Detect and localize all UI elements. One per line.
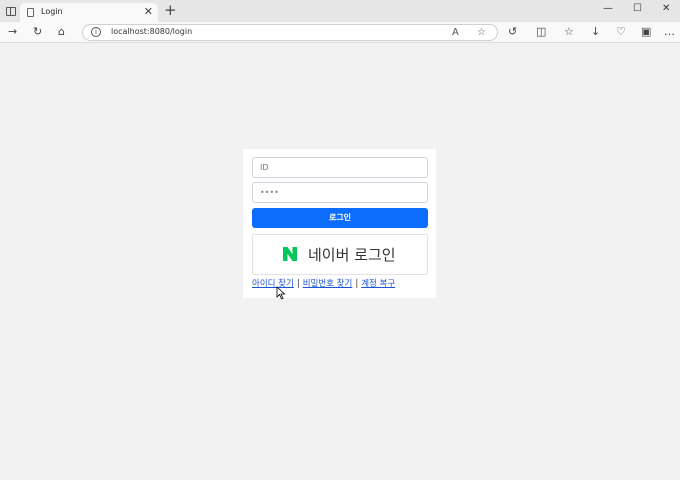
browser-essentials-icon[interactable]: ♡ <box>616 25 626 39</box>
favorite-star-icon[interactable]: ☆ <box>477 26 486 40</box>
maximize-button[interactable]: ☐ <box>633 2 642 16</box>
more-menu-icon[interactable]: … <box>664 25 675 39</box>
split-screen-icon[interactable]: ◫ <box>536 25 546 39</box>
password-input[interactable] <box>252 182 428 203</box>
close-window-button[interactable]: ✕ <box>662 2 670 16</box>
address-bar[interactable]: i localhost:8080/login A ☆ <box>82 24 498 41</box>
link-separator: | <box>296 279 300 289</box>
collections-icon[interactable]: ▣ <box>641 25 651 39</box>
naver-login-button[interactable]: 네이버 로그인 <box>252 234 428 275</box>
refresh-icon[interactable]: ↻ <box>33 25 42 39</box>
home-icon[interactable]: ⌂ <box>58 25 65 39</box>
naver-login-label: 네이버 로그인 <box>308 246 396 264</box>
login-card: 로그인 네이버 로그인 아이디 찾기|비밀번호 찾기|계정 복구 <box>243 149 436 298</box>
recover-account-link[interactable]: 계정 복구 <box>361 279 395 289</box>
back-arrow-icon[interactable]: → <box>8 25 17 39</box>
tab-close-icon[interactable]: ✕ <box>144 5 153 19</box>
new-tab-button[interactable]: + <box>164 2 177 19</box>
login-button[interactable]: 로그인 <box>252 208 428 228</box>
workspaces-icon[interactable] <box>6 7 16 16</box>
id-input[interactable] <box>252 157 428 178</box>
tab-title: Login <box>41 7 63 16</box>
url-text[interactable]: localhost:8080/login <box>111 27 192 36</box>
site-info-icon[interactable]: i <box>91 27 101 37</box>
tab-strip: Login ✕ + — ☐ ✕ <box>0 0 680 22</box>
page-icon <box>27 8 34 17</box>
minimize-button[interactable]: — <box>603 2 613 16</box>
link-separator: | <box>355 279 359 289</box>
browser-toolbar: → ↻ ⌂ i localhost:8080/login A ☆ ↺ ◫ ☆ ↓… <box>0 22 680 43</box>
find-id-link[interactable]: 아이디 찾기 <box>252 279 294 289</box>
account-links: 아이디 찾기 | 비밀번호 찾기 | 계정 복구 <box>252 277 395 289</box>
downloads-icon[interactable]: ↓ <box>591 25 600 39</box>
read-aloud-icon[interactable]: A <box>452 26 459 40</box>
favorites-icon[interactable]: ☆ <box>564 25 574 39</box>
naver-logo-icon <box>283 247 297 261</box>
find-password-link[interactable]: 비밀번호 찾기 <box>303 279 353 289</box>
mouse-cursor-icon <box>276 286 286 300</box>
browser-tab[interactable]: Login ✕ <box>20 3 158 22</box>
extension-refresh-icon[interactable]: ↺ <box>508 25 517 39</box>
